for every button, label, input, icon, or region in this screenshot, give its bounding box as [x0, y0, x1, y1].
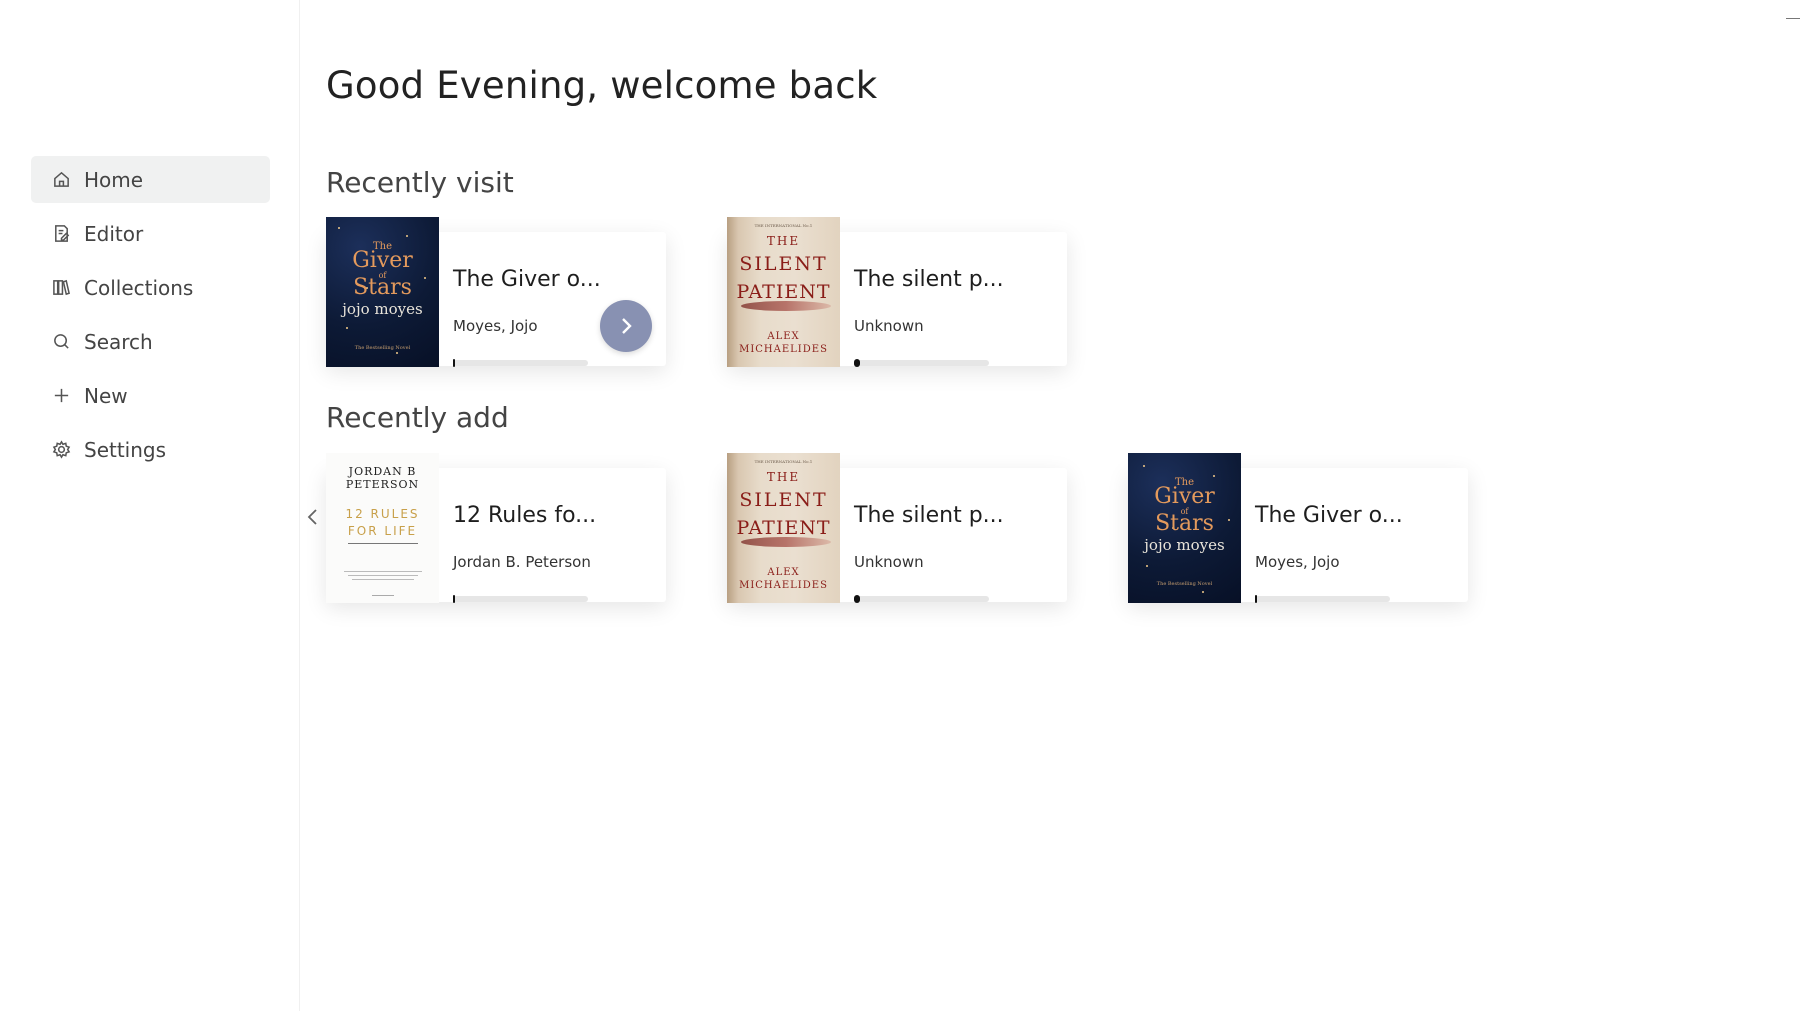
book-author: Moyes, Jojo [1255, 553, 1340, 571]
sidebar-item-label: Collections [84, 275, 194, 300]
sidebar-nav: Home Editor Collections Search New Setti… [31, 156, 270, 480]
sidebar-item-label: Home [84, 167, 144, 192]
sidebar-item-label: New [84, 383, 128, 408]
cover-text: MICHAELIDES [739, 580, 828, 591]
sidebar-item-settings[interactable]: Settings [31, 426, 270, 473]
reading-progress [453, 595, 588, 603]
cover-text: THE INTERNATIONAL No.1 [754, 223, 813, 228]
reading-progress [854, 359, 989, 367]
cover-text: SILENT [739, 489, 828, 511]
book-title: The silent p... [854, 503, 1004, 528]
cover-text: JORDAN B [348, 465, 417, 478]
chevron-right-icon [622, 318, 632, 334]
cover-text: The Bestselling Novel [1156, 581, 1213, 587]
home-icon [51, 170, 71, 190]
sidebar: Home Editor Collections Search New Setti… [0, 0, 300, 1011]
cover-text: The Bestselling Novel [354, 345, 411, 351]
cover-text: MICHAELIDES [739, 344, 828, 355]
sidebar-item-collections[interactable]: Collections [31, 264, 270, 311]
book-title: The Giver o... [1255, 503, 1403, 528]
book-card[interactable]: The silent p... Unknown THE INTERNATIONA… [727, 217, 1067, 369]
editor-icon [51, 224, 71, 244]
book-card[interactable]: The silent p... Unknown THE INTERNATIONA… [727, 453, 1067, 605]
cover-text: Giver [352, 248, 413, 273]
minimize-button[interactable] [1786, 12, 1800, 19]
book-author: Jordan B. Peterson [453, 553, 591, 571]
book-card[interactable]: The Giver o... Moyes, Jojo The Giver of … [1128, 453, 1468, 605]
cover-text: PETERSON [345, 478, 420, 491]
sidebar-item-editor[interactable]: Editor [31, 210, 270, 257]
cover-text: SILENT [739, 253, 828, 275]
page-title: Good Evening, welcome back [326, 64, 878, 107]
book-title: 12 Rules fo... [453, 503, 597, 528]
next-button[interactable] [600, 300, 652, 352]
chevron-left-icon [307, 509, 317, 525]
book-cover-12-rules-for-life: JORDAN B PETERSON 12 RULES FOR LIFE [326, 453, 439, 603]
cover-text: jojo moyes [342, 300, 423, 318]
cover-text: THE [766, 234, 801, 248]
book-cover-silent-patient: THE INTERNATIONAL No.1 THE SILENT PATIEN… [727, 453, 840, 603]
book-card[interactable]: The Giver o... Moyes, Jojo The Giver of … [326, 217, 666, 369]
progress-fill [854, 359, 860, 367]
cover-text: Stars [1155, 511, 1214, 536]
book-author: Unknown [854, 553, 924, 571]
section-title-recently-add: Recently add [326, 401, 509, 434]
previous-button[interactable] [303, 504, 323, 530]
cover-text: Giver [1154, 484, 1215, 509]
cover-text: 12 RULES [345, 507, 420, 521]
book-cover-giver-of-stars: The Giver of Stars jojo moyes The Bestse… [326, 217, 439, 367]
cover-text: ALEX [767, 331, 800, 342]
reading-progress [453, 359, 588, 367]
cover-text: THE INTERNATIONAL No.1 [754, 459, 813, 464]
cover-text: jojo moyes [1144, 536, 1225, 554]
cover-text: PATIENT [736, 517, 831, 539]
progress-fill [453, 359, 455, 367]
book-title: The Giver o... [453, 267, 601, 292]
cover-text: FOR LIFE [347, 524, 418, 538]
book-author: Unknown [854, 317, 924, 335]
reading-progress [854, 595, 989, 603]
collections-icon [51, 278, 71, 298]
gear-icon [51, 440, 71, 460]
sidebar-item-home[interactable]: Home [31, 156, 270, 203]
book-cover-silent-patient: THE INTERNATIONAL No.1 THE SILENT PATIEN… [727, 217, 840, 367]
plus-icon [51, 386, 71, 406]
progress-fill [453, 595, 455, 603]
book-cover-giver-of-stars: The Giver of Stars jojo moyes The Bestse… [1128, 453, 1241, 603]
cover-text: ALEX [767, 567, 800, 578]
sidebar-item-new[interactable]: New [31, 372, 270, 419]
book-card[interactable]: 12 Rules fo... Jordan B. Peterson JORDAN… [326, 453, 666, 605]
book-author: Moyes, Jojo [453, 317, 538, 335]
reading-progress [1255, 595, 1390, 603]
cover-text: PATIENT [736, 281, 831, 303]
cover-text: THE [766, 470, 801, 484]
sidebar-item-label: Editor [84, 221, 144, 246]
progress-fill [1255, 595, 1257, 603]
progress-fill [854, 595, 860, 603]
sidebar-item-search[interactable]: Search [31, 318, 270, 365]
search-icon [51, 332, 71, 352]
book-title: The silent p... [854, 267, 1004, 292]
cover-text: Stars [353, 275, 412, 300]
section-title-recently-visit: Recently visit [326, 166, 514, 199]
sidebar-item-label: Settings [84, 437, 167, 462]
sidebar-item-label: Search [84, 329, 153, 354]
